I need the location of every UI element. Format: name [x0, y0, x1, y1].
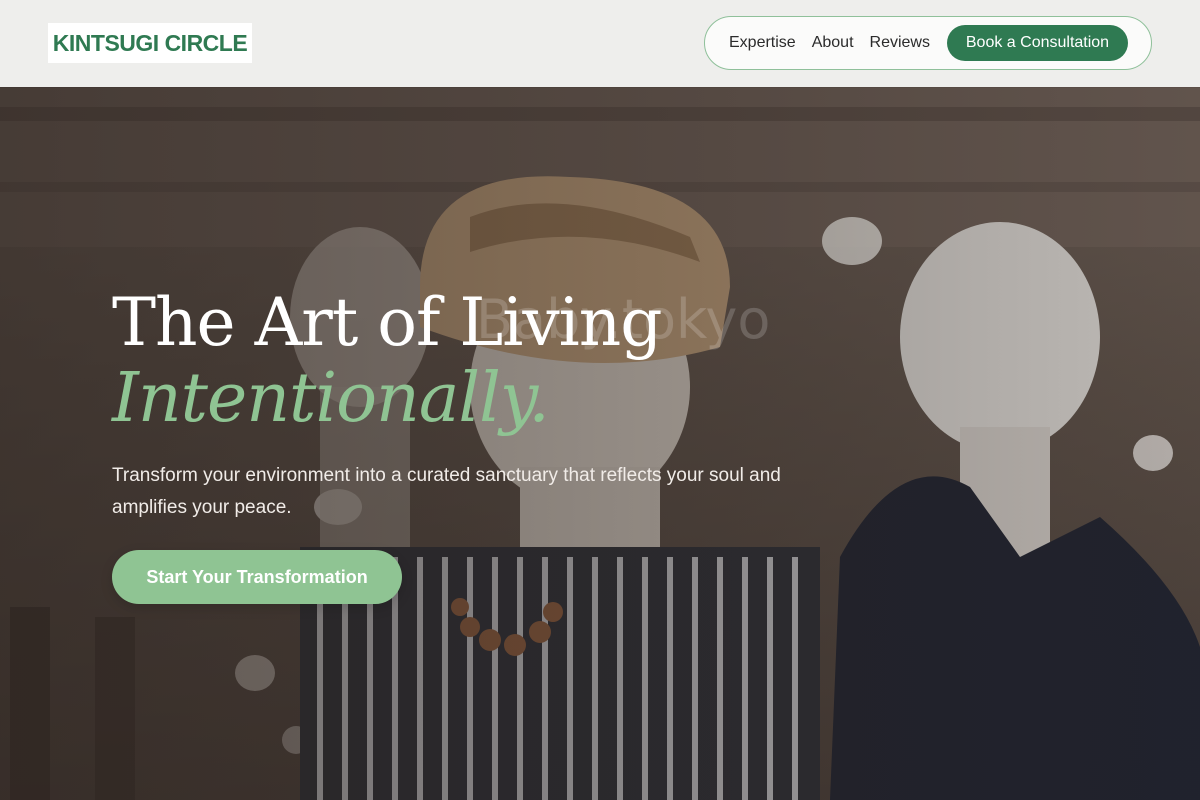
hero-section — [0, 87, 1200, 800]
main-nav: Expertise About Reviews Book a Consultat… — [704, 16, 1152, 70]
start-transformation-button[interactable]: Start Your Transformation — [112, 550, 402, 604]
nav-link-about[interactable]: About — [812, 34, 854, 52]
nav-link-reviews[interactable]: Reviews — [870, 34, 930, 52]
hero-overlay — [0, 87, 1200, 800]
site-header: KINTSUGI CIRCLE Expertise About Reviews … — [0, 0, 1200, 87]
hero-title-accent: Intentionally. — [112, 359, 550, 438]
book-consultation-button[interactable]: Book a Consultation — [946, 25, 1128, 61]
site-logo[interactable]: KINTSUGI CIRCLE — [48, 23, 252, 63]
nav-link-expertise[interactable]: Expertise — [729, 34, 796, 52]
hero-subtitle: Transform your environment into a curate… — [112, 465, 781, 518]
hero-title: The Art of Living — [112, 284, 663, 361]
